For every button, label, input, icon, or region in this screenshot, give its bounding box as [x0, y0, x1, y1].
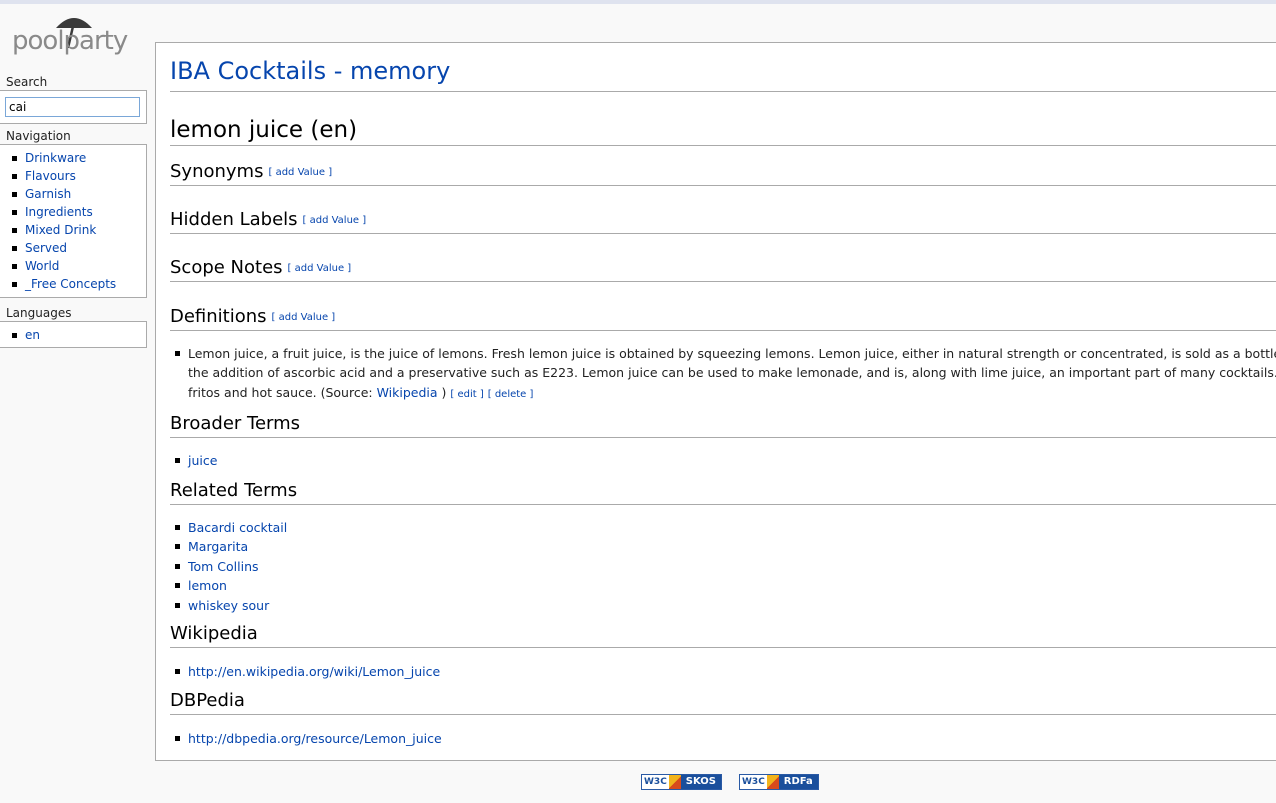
search-title: Search: [6, 75, 48, 89]
wikipedia-link[interactable]: http://en.wikipedia.org/wiki/Lemon_juice: [188, 664, 440, 679]
broader-term-item: juice: [170, 451, 1276, 470]
page-title: IBA Cocktails - memory: [170, 57, 1276, 92]
cube-icon: [668, 775, 681, 789]
definition-delete-link[interactable]: [ delete ]: [488, 389, 534, 400]
dbpedia-link[interactable]: http://dbpedia.org/resource/Lemon_juice: [188, 731, 442, 746]
related-term-item: lemon: [170, 576, 1276, 595]
related-term-link[interactable]: lemon: [188, 578, 227, 593]
sidebar-nav-item: Served: [0, 239, 146, 257]
broader-terms-list: juice: [170, 451, 1276, 470]
related-term-item: Bacardi cocktail: [170, 518, 1276, 537]
related-term-link[interactable]: whiskey sour: [188, 598, 269, 613]
related-terms-list: Bacardi cocktail Margarita Tom Collins lemo…: [170, 518, 1276, 615]
definitions-add-value-link[interactable]: [ add Value ]: [272, 312, 336, 323]
hidden-labels-label: Hidden Labels: [170, 209, 298, 230]
languages-portlet: en: [0, 321, 147, 348]
sidebar-nav-item: World: [0, 257, 146, 275]
definition-source-suffix: ): [437, 384, 447, 400]
wikipedia-heading: Wikipedia: [170, 623, 1276, 648]
definition-source-link[interactable]: Wikipedia: [377, 385, 438, 400]
sidebar-nav-link[interactable]: Served: [25, 241, 67, 255]
sidebar-nav-link[interactable]: Ingredients: [25, 205, 93, 219]
content-area: IBA Cocktails - memory lemon juice (en) …: [155, 42, 1276, 761]
definition-line-1: Lemon juice, a fruit juice, is the juice…: [188, 346, 1276, 361]
sidebar-nav-item: Drinkware: [0, 149, 146, 167]
w3c-rdfa-badge[interactable]: W3C RDFa: [739, 774, 819, 790]
broader-term-link[interactable]: juice: [188, 453, 217, 468]
sidebar-language-item: en: [0, 326, 146, 344]
scope-notes-label: Scope Notes: [170, 257, 283, 278]
related-term-item: whiskey sour: [170, 596, 1276, 615]
definition-item: Lemon juice, a fruit juice, is the juice…: [170, 344, 1276, 404]
sidebar-nav-item: Ingredients: [0, 203, 146, 221]
related-terms-heading: Related Terms: [170, 480, 1276, 505]
definition-line-3: fritos and hot sauce. (Source: Wikipedia…: [188, 383, 1276, 404]
dbpedia-item: http://dbpedia.org/resource/Lemon_juice: [170, 729, 1276, 748]
wikipedia-list: http://en.wikipedia.org/wiki/Lemon_juice: [170, 662, 1276, 681]
definition-source-prefix: fritos and hot sauce. (Source:: [188, 384, 377, 400]
definitions-heading: Definitions [ add Value ]: [170, 306, 1276, 331]
sidebar-nav-item: Flavours: [0, 167, 146, 185]
search-input[interactable]: [5, 97, 140, 117]
sidebar-nav-link[interactable]: World: [25, 259, 59, 273]
definitions-label: Definitions: [170, 306, 267, 327]
related-term-link[interactable]: Tom Collins: [188, 559, 259, 574]
definition-edit-link[interactable]: [ edit ]: [450, 389, 483, 400]
logo-text: poolparty: [12, 26, 128, 56]
definition-line-2: the addition of ascorbic acid and a pres…: [188, 365, 1276, 381]
related-term-link[interactable]: Bacardi cocktail: [188, 520, 287, 535]
cube-icon: [766, 775, 779, 789]
concept-heading: lemon juice (en): [170, 117, 1276, 146]
languages-list: en: [0, 322, 146, 344]
sidebar-nav-link[interactable]: Flavours: [25, 169, 76, 183]
sidebar-nav-item: Garnish: [0, 185, 146, 203]
hidden-labels-heading: Hidden Labels [ add Value ]: [170, 209, 1276, 234]
w3c-logo: W3C: [740, 775, 767, 789]
dbpedia-heading: DBPedia: [170, 690, 1276, 715]
w3c-logo: W3C: [642, 775, 669, 789]
languages-title: Languages: [6, 306, 72, 320]
synonyms-add-value-link[interactable]: [ add Value ]: [268, 167, 332, 178]
sidebar-nav-link[interactable]: _Free Concepts: [25, 277, 116, 291]
wikipedia-item: http://en.wikipedia.org/wiki/Lemon_juice: [170, 662, 1276, 681]
page-title-link[interactable]: IBA Cocktails - memory: [170, 57, 450, 85]
sidebar-language-link[interactable]: en: [25, 328, 40, 342]
related-term-item: Margarita: [170, 537, 1276, 556]
synonyms-heading: Synonyms [ add Value ]: [170, 161, 1276, 186]
navigation-list: Drinkware Flavours Garnish Ingredients Mixed…: [0, 145, 146, 293]
sidebar-nav-item: Mixed Drink: [0, 221, 146, 239]
navigation-portlet: Drinkware Flavours Garnish Ingredients Mixed…: [0, 144, 147, 298]
w3c-skos-badge[interactable]: W3C SKOS: [641, 774, 723, 790]
synonyms-label: Synonyms: [170, 161, 264, 182]
sidebar-nav-item: _Free Concepts: [0, 275, 146, 293]
broader-terms-heading: Broader Terms: [170, 413, 1276, 438]
skos-label: SKOS: [680, 775, 722, 789]
related-term-item: Tom Collins: [170, 557, 1276, 576]
dbpedia-list: http://dbpedia.org/resource/Lemon_juice: [170, 729, 1276, 748]
scope-notes-add-value-link[interactable]: [ add Value ]: [288, 263, 352, 274]
top-bar: [0, 0, 1276, 4]
rdfa-label: RDFa: [778, 775, 818, 789]
search-portlet: [0, 90, 147, 124]
navigation-title: Navigation: [6, 129, 71, 143]
sidebar-nav-link[interactable]: Garnish: [25, 187, 71, 201]
hidden-labels-add-value-link[interactable]: [ add Value ]: [303, 215, 367, 226]
poolparty-logo[interactable]: poolparty: [10, 14, 136, 64]
related-term-link[interactable]: Margarita: [188, 539, 248, 554]
sidebar-nav-link[interactable]: Drinkware: [25, 151, 86, 165]
sidebar-nav-link[interactable]: Mixed Drink: [25, 223, 96, 237]
scope-notes-heading: Scope Notes [ add Value ]: [170, 257, 1276, 282]
